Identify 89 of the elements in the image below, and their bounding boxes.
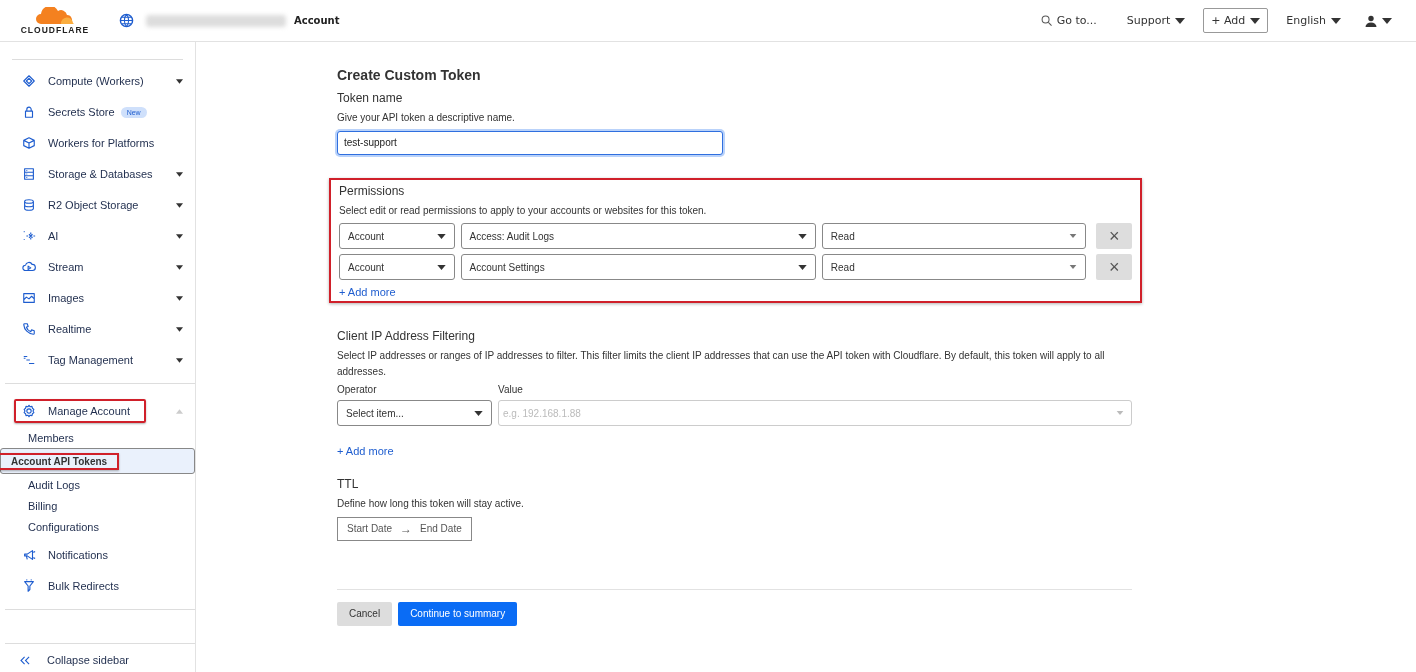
- caret-down-icon[interactable]: [176, 233, 183, 239]
- add-more-link[interactable]: + Add more: [339, 286, 396, 298]
- cloud-logo-icon: [35, 6, 75, 25]
- sidebar-subitem[interactable]: Audit Logs: [0, 474, 195, 495]
- continue-button[interactable]: Continue to summary: [398, 601, 518, 626]
- user-icon: [1365, 14, 1377, 27]
- value-field[interactable]: e.g. 192.168.1.88: [498, 400, 1132, 426]
- logo-wordmark[interactable]: CLOUDFLARE: [20, 24, 90, 35]
- access-dropdown[interactable]: Read: [821, 223, 1087, 249]
- sidebar-subitem[interactable]: Members: [0, 427, 195, 448]
- sidebar-item[interactable]: Images: [14, 288, 93, 308]
- cube-icon: [22, 136, 36, 150]
- header-menu-button[interactable]: Support: [1120, 10, 1192, 31]
- sidebar-subitem[interactable]: Account API Tokens: [0, 448, 195, 474]
- access-dropdown[interactable]: Read: [821, 254, 1087, 280]
- cloud-play-icon: [22, 260, 36, 274]
- list-icon: [22, 167, 36, 181]
- sidebar-item[interactable]: Notifications: [14, 545, 116, 565]
- caret-icon: [1069, 265, 1078, 269]
- sparkle-icon: [22, 229, 36, 243]
- caret-down-icon[interactable]: [176, 264, 183, 270]
- header-menu-button[interactable]: English: [1280, 10, 1347, 31]
- search-icon: [1040, 15, 1052, 26]
- funnel-icon: [22, 579, 36, 593]
- caret-icon: [1175, 17, 1186, 24]
- sidebar-item[interactable]: Realtime: [14, 319, 100, 339]
- sidebar-subitem[interactable]: Billing: [0, 495, 195, 516]
- caret-icon: [1250, 17, 1261, 24]
- caret-down-icon[interactable]: [176, 202, 183, 208]
- date-range-field[interactable]: Start Date → End Date: [337, 516, 472, 541]
- settings-icon: [22, 404, 36, 418]
- remove-button[interactable]: ×: [1096, 223, 1132, 249]
- token-name-field[interactable]: test-support: [337, 130, 723, 155]
- section-hint: Select edit or read permissions to apply to your accounts or websites for this token.: [339, 203, 708, 218]
- phone-icon: [22, 322, 36, 336]
- field-label: Value: [498, 384, 524, 395]
- field-label: Operator: [337, 384, 378, 395]
- sidebar-item[interactable]: Compute (Workers): [14, 71, 152, 91]
- caret-icon: [797, 233, 807, 239]
- operator-dropdown[interactable]: Select item...: [337, 400, 492, 426]
- scope-dropdown[interactable]: Account: [339, 223, 455, 249]
- sidebar-item[interactable]: AI: [14, 226, 67, 246]
- collapse-sidebar-link[interactable]: Collapse sidebar: [47, 654, 129, 666]
- section-label: TTL: [337, 477, 360, 491]
- padlock-icon: [22, 105, 36, 119]
- caret-down-icon[interactable]: [176, 326, 183, 332]
- section-label: Permissions: [339, 183, 406, 198]
- caret-down-icon[interactable]: [176, 78, 183, 84]
- sidebar-item[interactable]: Manage Account: [14, 399, 146, 423]
- sidebar-item[interactable]: Workers for Platforms: [14, 133, 163, 153]
- caret-icon: [436, 264, 446, 270]
- globe-icon: [119, 13, 134, 28]
- permission-dropdown[interactable]: Access: Audit Logs: [460, 223, 816, 249]
- caret-icon: [436, 233, 446, 239]
- page-title: Create Custom Token: [337, 67, 482, 83]
- sidebar-item[interactable]: Stream: [14, 257, 92, 277]
- caret-icon: [797, 264, 807, 270]
- sidebar-item[interactable]: R2 Object Storage: [14, 195, 147, 215]
- sidebar-item[interactable]: Tag Management: [14, 350, 141, 370]
- caret-down-icon[interactable]: [176, 357, 183, 363]
- caret-icon: [1116, 411, 1124, 415]
- sidebar-item[interactable]: Storage & Databases: [14, 164, 161, 184]
- permission-dropdown[interactable]: Account Settings: [460, 254, 816, 280]
- database-icon: [22, 198, 36, 212]
- sidebar-subitem[interactable]: Configurations: [0, 516, 195, 537]
- account-crumb[interactable]: Account: [294, 15, 340, 26]
- caret-icon: [1069, 234, 1078, 238]
- megaphone-icon: [22, 548, 36, 562]
- caret-down-icon[interactable]: [176, 171, 183, 177]
- caret-icon: [474, 410, 483, 416]
- search-button[interactable]: Go to...: [1034, 10, 1103, 31]
- diamond-icon: [22, 74, 36, 88]
- section-hint: Define how long this token will stay active.: [337, 497, 525, 511]
- caret-down-icon[interactable]: [176, 295, 183, 301]
- cancel-button[interactable]: Cancel: [337, 601, 393, 626]
- field-hint: Give your API token a descriptive name.: [337, 111, 516, 125]
- caret-icon: [1331, 17, 1341, 24]
- double-chevron-icon[interactable]: [20, 655, 31, 665]
- add-more-link[interactable]: + Add more: [337, 445, 394, 457]
- image-icon: [22, 291, 36, 305]
- header-menu-button[interactable]: + Add: [1203, 8, 1269, 33]
- section-label: Client IP Address Filtering: [337, 329, 476, 343]
- sidebar-item[interactable]: Bulk Redirects: [14, 576, 127, 596]
- section-hint: Select IP addresses or ranges of IP addresses to filter. This filter limits the client IP addresses that can use the API token with Cloudflare. By default, this token will apply to all addresses.: [337, 349, 1106, 379]
- remove-button[interactable]: ×: [1096, 254, 1132, 280]
- field-label: Token name: [337, 91, 404, 105]
- steps-icon: [22, 353, 36, 367]
- scope-dropdown[interactable]: Account: [339, 254, 455, 280]
- caret-icon: [1382, 17, 1392, 24]
